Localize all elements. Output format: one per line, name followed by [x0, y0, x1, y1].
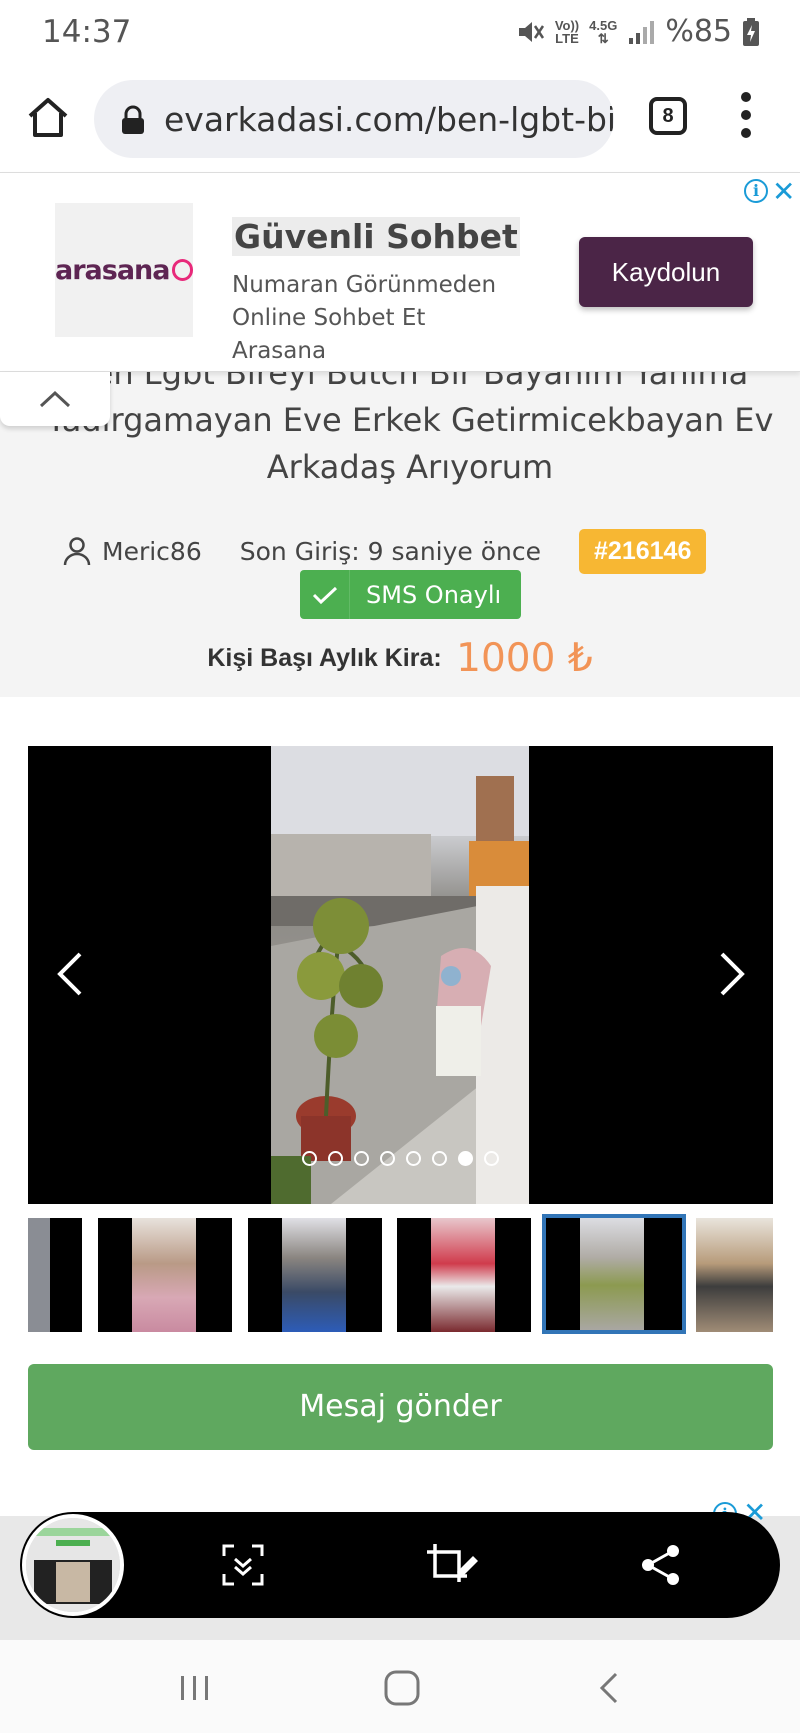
- mute-icon: [518, 21, 544, 42]
- ad-title[interactable]: Güvenli Sohbet: [232, 217, 520, 256]
- screenshot-toolbar: [20, 1512, 780, 1618]
- pagination-dot[interactable]: [406, 1151, 421, 1166]
- pagination-dot[interactable]: [354, 1151, 369, 1166]
- thumbnail[interactable]: [696, 1218, 773, 1332]
- thumbnail[interactable]: [28, 1218, 82, 1332]
- rent-row: Kişi Başı Aylık Kira: 1000 ₺: [0, 636, 800, 681]
- balcony-photo: [271, 746, 529, 1204]
- thumbnail-selected[interactable]: [542, 1214, 686, 1334]
- listing-id-badge: #216146: [579, 528, 707, 574]
- back-icon[interactable]: [590, 1668, 630, 1708]
- last-login-text: Son Giriş: 9 saniye önce: [239, 536, 542, 566]
- username-link[interactable]: Meric86: [102, 537, 202, 566]
- thumbnail[interactable]: [98, 1218, 232, 1332]
- pagination-dot[interactable]: [328, 1151, 343, 1166]
- thumbnail[interactable]: [248, 1218, 382, 1332]
- pagination-dot-active[interactable]: [458, 1151, 473, 1166]
- chevron-up-icon: [39, 390, 71, 408]
- screenshot-preview[interactable]: [22, 1514, 124, 1616]
- send-message-button[interactable]: Mesaj gönder: [28, 1364, 773, 1450]
- rent-value: 1000 ₺: [456, 636, 593, 681]
- status-time: 14:37: [42, 14, 132, 50]
- tabs-icon[interactable]: 8: [649, 97, 687, 135]
- ad-close-icon[interactable]: ✕: [772, 175, 795, 208]
- rent-label: Kişi Başı Aylık Kira:: [207, 644, 442, 672]
- recents-icon[interactable]: [175, 1668, 215, 1708]
- signal-icon: [629, 20, 655, 44]
- thumbnail-strip[interactable]: [28, 1214, 773, 1334]
- prev-photo-icon[interactable]: [50, 946, 90, 1002]
- url-bar[interactable]: evarkadasi.com/ben-lgbt-bireyi-butch: [94, 80, 614, 158]
- scroll-capture-icon[interactable]: [220, 1542, 266, 1588]
- android-nav-bar: [0, 1640, 800, 1733]
- home-icon[interactable]: [22, 92, 74, 144]
- gallery-photo[interactable]: [271, 746, 529, 1204]
- sms-verified-badge: SMS Onaylı: [300, 570, 521, 619]
- listing-meta: Meric86 Son Giriş: 9 saniye önce #216146: [62, 528, 707, 574]
- pagination-dot[interactable]: [302, 1151, 317, 1166]
- check-icon: [300, 570, 350, 619]
- battery-icon: [743, 17, 759, 46]
- status-icons: Vo)) LTE 4.5G ⇅ %85: [515, 14, 760, 49]
- browser-toolbar: evarkadasi.com/ben-lgbt-bireyi-butch 8: [0, 74, 800, 164]
- share-icon[interactable]: [638, 1542, 684, 1588]
- battery-percent: %85: [665, 14, 732, 49]
- ad-description: Numaran Görünmeden Online Sohbet Et Aras…: [232, 272, 497, 364]
- photo-gallery[interactable]: [28, 746, 773, 1204]
- pagination-dot[interactable]: [484, 1151, 499, 1166]
- crop-edit-icon[interactable]: [425, 1542, 479, 1588]
- gallery-pagination: [302, 1151, 499, 1166]
- pagination-dot[interactable]: [380, 1151, 395, 1166]
- ad-signup-button[interactable]: Kaydolun: [579, 237, 753, 307]
- user-icon: [63, 537, 91, 566]
- thumbnail[interactable]: [397, 1218, 531, 1332]
- collapse-ad-button[interactable]: [0, 372, 110, 426]
- ad-banner[interactable]: arasana Güvenli Sohbet Numaran Görünmede…: [0, 172, 800, 372]
- status-bar: 14:37 Vo)) LTE 4.5G ⇅ %85: [0, 0, 800, 64]
- home-nav-icon[interactable]: [382, 1668, 422, 1708]
- url-text[interactable]: evarkadasi.com/ben-lgbt-bireyi-butch: [164, 100, 614, 139]
- volte-indicator: Vo)) LTE: [554, 17, 580, 46]
- ad-logo[interactable]: arasana: [55, 203, 193, 337]
- lock-icon: [122, 105, 144, 134]
- more-vert-icon[interactable]: [738, 92, 754, 144]
- pagination-dot[interactable]: [432, 1151, 447, 1166]
- next-photo-icon[interactable]: [712, 946, 752, 1002]
- data-arrows-icon: ⇅: [597, 30, 609, 46]
- ad-info-icon[interactable]: i: [744, 179, 768, 203]
- data-indicator: 4.5G ⇅: [589, 17, 618, 46]
- chat-bubble-icon: [171, 259, 193, 281]
